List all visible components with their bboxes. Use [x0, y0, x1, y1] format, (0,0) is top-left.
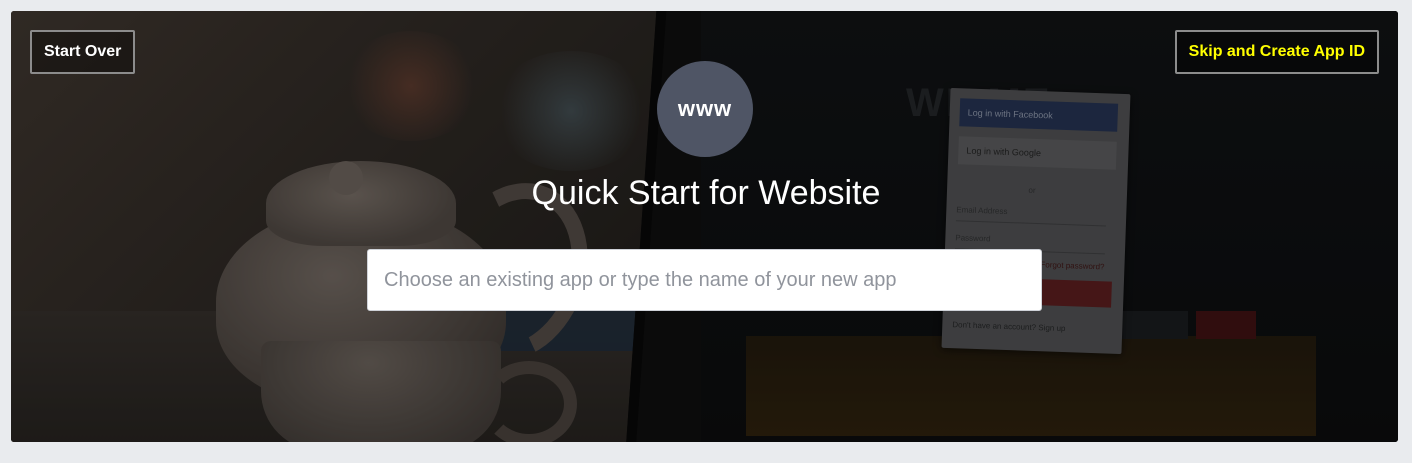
skip-create-app-id-button[interactable]: Skip and Create App ID — [1174, 30, 1379, 74]
app-name-input[interactable] — [367, 249, 1042, 311]
website-icon: www — [657, 61, 753, 157]
start-over-button[interactable]: Start Over — [30, 30, 136, 74]
page-title: Quick Start for Website — [531, 174, 881, 212]
website-icon-label: www — [677, 96, 733, 121]
